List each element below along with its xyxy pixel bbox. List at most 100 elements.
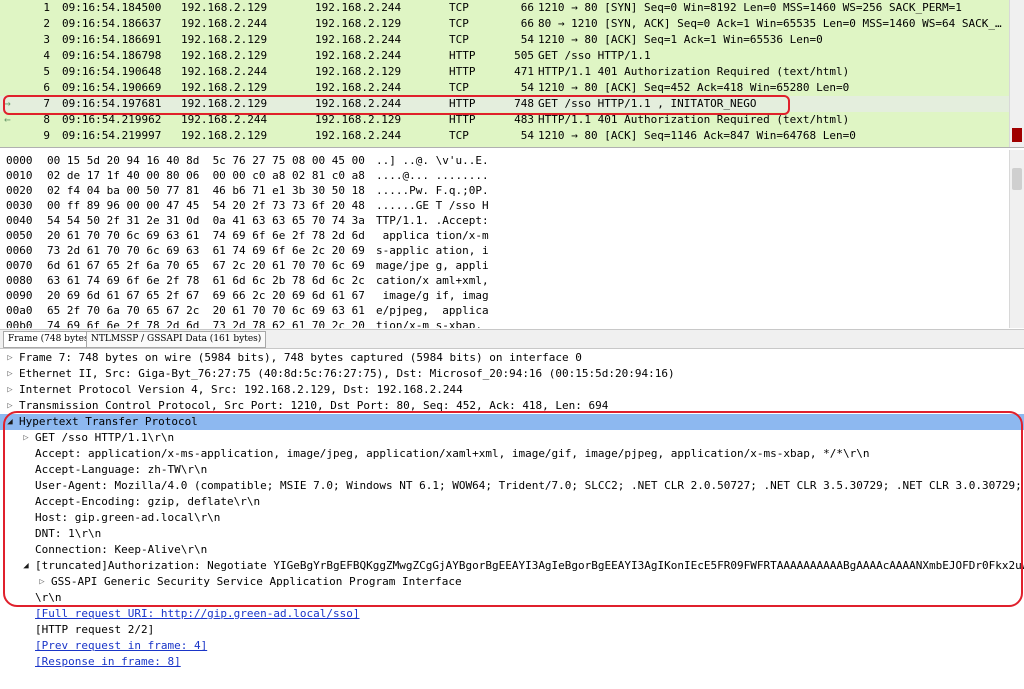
packet-protocol: HTTP [449,97,476,110]
packet-protocol: TCP [449,81,469,94]
packet-list-scrollbar[interactable] [1009,0,1024,147]
packet-length: 54 [520,81,534,94]
expand-arrow-icon[interactable]: ▷ [5,366,15,382]
hex-bytes: 63 61 74 69 6f 6e 2f 78 61 6d 6c 2b 78 6… [47,274,365,287]
tree-item-prev-request[interactable]: [Prev request in frame: 4] [0,638,1024,654]
packet-time: 09:16:54.190669 [62,81,162,94]
packet-no: 6 [43,81,50,94]
packet-no: 8 [43,113,50,126]
tree-item-full-uri[interactable]: [Full request URI: http://gip.green-ad.l… [0,606,1024,622]
packet-row[interactable]: ← 8 09:16:54.219962 192.168.2.244 192.16… [0,112,1010,128]
collapse-arrow-icon[interactable]: ◢ [5,414,15,430]
packet-time: 09:16:54.219997 [62,129,162,142]
scrollbar-thumb[interactable] [1012,168,1022,190]
packet-time: 09:16:54.219962 [62,113,162,126]
packet-source: 192.168.2.129 [181,97,268,110]
tree-item-get[interactable]: ▷ GET /sso HTTP/1.1\r\n [0,430,1024,446]
packet-time: 09:16:54.186798 [62,49,162,62]
expand-arrow-icon[interactable]: ▷ [5,398,15,414]
packet-details-tree: ▷ Frame 7: 748 bytes on wire (5984 bits)… [0,349,1024,689]
tree-item-accept[interactable]: Accept: application/x-ms-application, im… [0,446,1024,462]
hex-bytes: 00 ff 89 96 00 00 47 45 54 20 2f 73 73 6… [47,199,365,212]
expand-arrow-icon[interactable]: ▷ [5,350,15,366]
expand-arrow-icon[interactable]: ▷ [5,382,15,398]
tree-item-user-agent[interactable]: User-Agent: Mozilla/4.0 (compatible; MSI… [0,478,1024,494]
packet-row[interactable]: 9 09:16:54.219997 192.168.2.129 192.168.… [0,128,1010,144]
hex-bytes: 6d 61 67 65 2f 6a 70 65 67 2c 20 61 70 7… [47,259,365,272]
packet-length: 66 [520,1,534,14]
packet-protocol: TCP [449,17,469,30]
expand-arrow-icon[interactable]: ▷ [37,574,47,590]
tree-item-gss-api[interactable]: ▷ GSS-API Generic Security Service Appli… [0,574,1024,590]
tree-item-connection[interactable]: Connection: Keep-Alive\r\n [0,542,1024,558]
packet-time: 09:16:54.186637 [62,17,162,30]
tree-item-tcp[interactable]: ▷ Transmission Control Protocol, Src Por… [0,398,1024,414]
packet-row[interactable]: 1 09:16:54.184500 192.168.2.129 192.168.… [0,0,1010,16]
tab-frame-bytes[interactable]: Frame (748 bytes) [3,331,98,348]
hex-ascii: ....@... ........ [376,169,489,182]
hex-dump-pane[interactable]: 0000 00 15 5d 20 94 16 40 8d 5c 76 27 75 … [0,150,1024,328]
expand-arrow-icon[interactable]: ▷ [21,430,31,446]
packet-row[interactable]: 5 09:16:54.190648 192.168.2.244 192.168.… [0,64,1010,80]
packet-protocol: TCP [449,33,469,46]
packet-info: 1210 → 80 [ACK] Seq=1146 Ack=847 Win=647… [538,129,856,142]
tree-item-authorization[interactable]: ◢ [truncated]Authorization: Negotiate YI… [0,558,1024,574]
packet-info: GET /sso HTTP/1.1 , INITATOR_NEGO [538,97,757,110]
collapse-arrow-icon[interactable]: ◢ [21,558,31,574]
packet-time: 09:16:54.190648 [62,65,162,78]
packet-row[interactable]: 4 09:16:54.186798 192.168.2.129 192.168.… [0,48,1010,64]
tab-ntlmssp-data[interactable]: NTLMSSP / GSSAPI Data (161 bytes) [86,331,267,348]
tree-item-request-number[interactable]: [HTTP request 2/2] [0,622,1024,638]
packet-length: 66 [520,17,534,30]
bytes-tab-bar: Frame (748 bytes) NTLMSSP / GSSAPI Data … [0,329,1024,349]
packet-length: 54 [520,33,534,46]
hex-bytes: 20 69 6d 61 67 65 2f 67 69 66 2c 20 69 6… [47,289,365,302]
hex-bytes: 65 2f 70 6a 70 65 67 2c 20 61 70 70 6c 6… [47,304,365,317]
packet-no: 2 [43,17,50,30]
hex-bytes: 20 61 70 70 6c 69 63 61 74 69 6f 6e 2f 7… [47,229,365,242]
hex-ascii: TTP/1.1. .Accept: [376,214,489,227]
packet-no: 5 [43,65,50,78]
tree-item-crlf[interactable]: \r\n [0,590,1024,606]
packet-destination: 192.168.2.129 [315,65,402,78]
tree-item-frame[interactable]: ▷ Frame 7: 748 bytes on wire (5984 bits)… [0,350,1024,366]
tree-item-http[interactable]: ◢ Hypertext Transfer Protocol [0,414,1024,430]
tree-item-host[interactable]: Host: gip.green-ad.local\r\n [0,510,1024,526]
hex-offset: 0050 [6,229,33,242]
tree-item-dnt[interactable]: DNT: 1\r\n [0,526,1024,542]
packet-info: 1210 → 80 [ACK] Seq=1 Ack=1 Win=65536 Le… [538,33,823,46]
hex-pane-scrollbar[interactable] [1009,150,1024,328]
response-link[interactable]: [Response in frame: 8] [35,654,181,670]
packet-info: HTTP/1.1 401 Authorization Required (tex… [538,65,850,78]
request-arrow-icon: → [4,97,11,110]
hex-ascii: .....Pw. F.q.;0P. [376,184,489,197]
hex-ascii: cation/x aml+xml, [376,274,489,287]
packet-row[interactable]: 6 09:16:54.190669 192.168.2.129 192.168.… [0,80,1010,96]
tree-item-accept-encoding[interactable]: Accept-Encoding: gzip, deflate\r\n [0,494,1024,510]
prev-request-link[interactable]: [Prev request in frame: 4] [35,638,207,654]
packet-row[interactable]: 3 09:16:54.186691 192.168.2.129 192.168.… [0,32,1010,48]
tree-item-ip[interactable]: ▷ Internet Protocol Version 4, Src: 192.… [0,382,1024,398]
packet-destination: 192.168.2.244 [315,1,402,14]
packet-time: 09:16:54.197681 [62,97,162,110]
packet-info: GET /sso HTTP/1.1 [538,49,651,62]
packet-destination: 192.168.2.244 [315,49,402,62]
packet-destination: 192.168.2.129 [315,113,402,126]
packet-length: 54 [520,129,534,142]
hex-bytes: 00 15 5d 20 94 16 40 8d 5c 76 27 75 08 0… [47,154,365,167]
hex-offset: 0060 [6,244,33,257]
hex-offset: 0070 [6,259,33,272]
full-uri-link[interactable]: [Full request URI: http://gip.green-ad.l… [35,606,360,622]
hex-offset: 00b0 [6,319,33,328]
packet-row[interactable]: 2 09:16:54.186637 192.168.2.244 192.168.… [0,16,1010,32]
packet-source: 192.168.2.244 [181,113,268,126]
packet-info: 80 → 1210 [SYN, ACK] Seq=0 Ack=1 Win=655… [538,17,1002,30]
packet-destination: 192.168.2.244 [315,129,402,142]
tree-item-accept-language[interactable]: Accept-Language: zh-TW\r\n [0,462,1024,478]
hex-ascii: mage/jpe g, appli [376,259,489,272]
hex-bytes: 02 f4 04 ba 00 50 77 81 46 b6 71 e1 3b 3… [47,184,365,197]
packet-row-selected[interactable]: → 7 09:16:54.197681 192.168.2.129 192.16… [0,96,1010,112]
tree-item-response[interactable]: [Response in frame: 8] [0,654,1024,670]
tree-item-ethernet[interactable]: ▷ Ethernet II, Src: Giga-Byt_76:27:75 (4… [0,366,1024,382]
packet-source: 192.168.2.129 [181,81,268,94]
